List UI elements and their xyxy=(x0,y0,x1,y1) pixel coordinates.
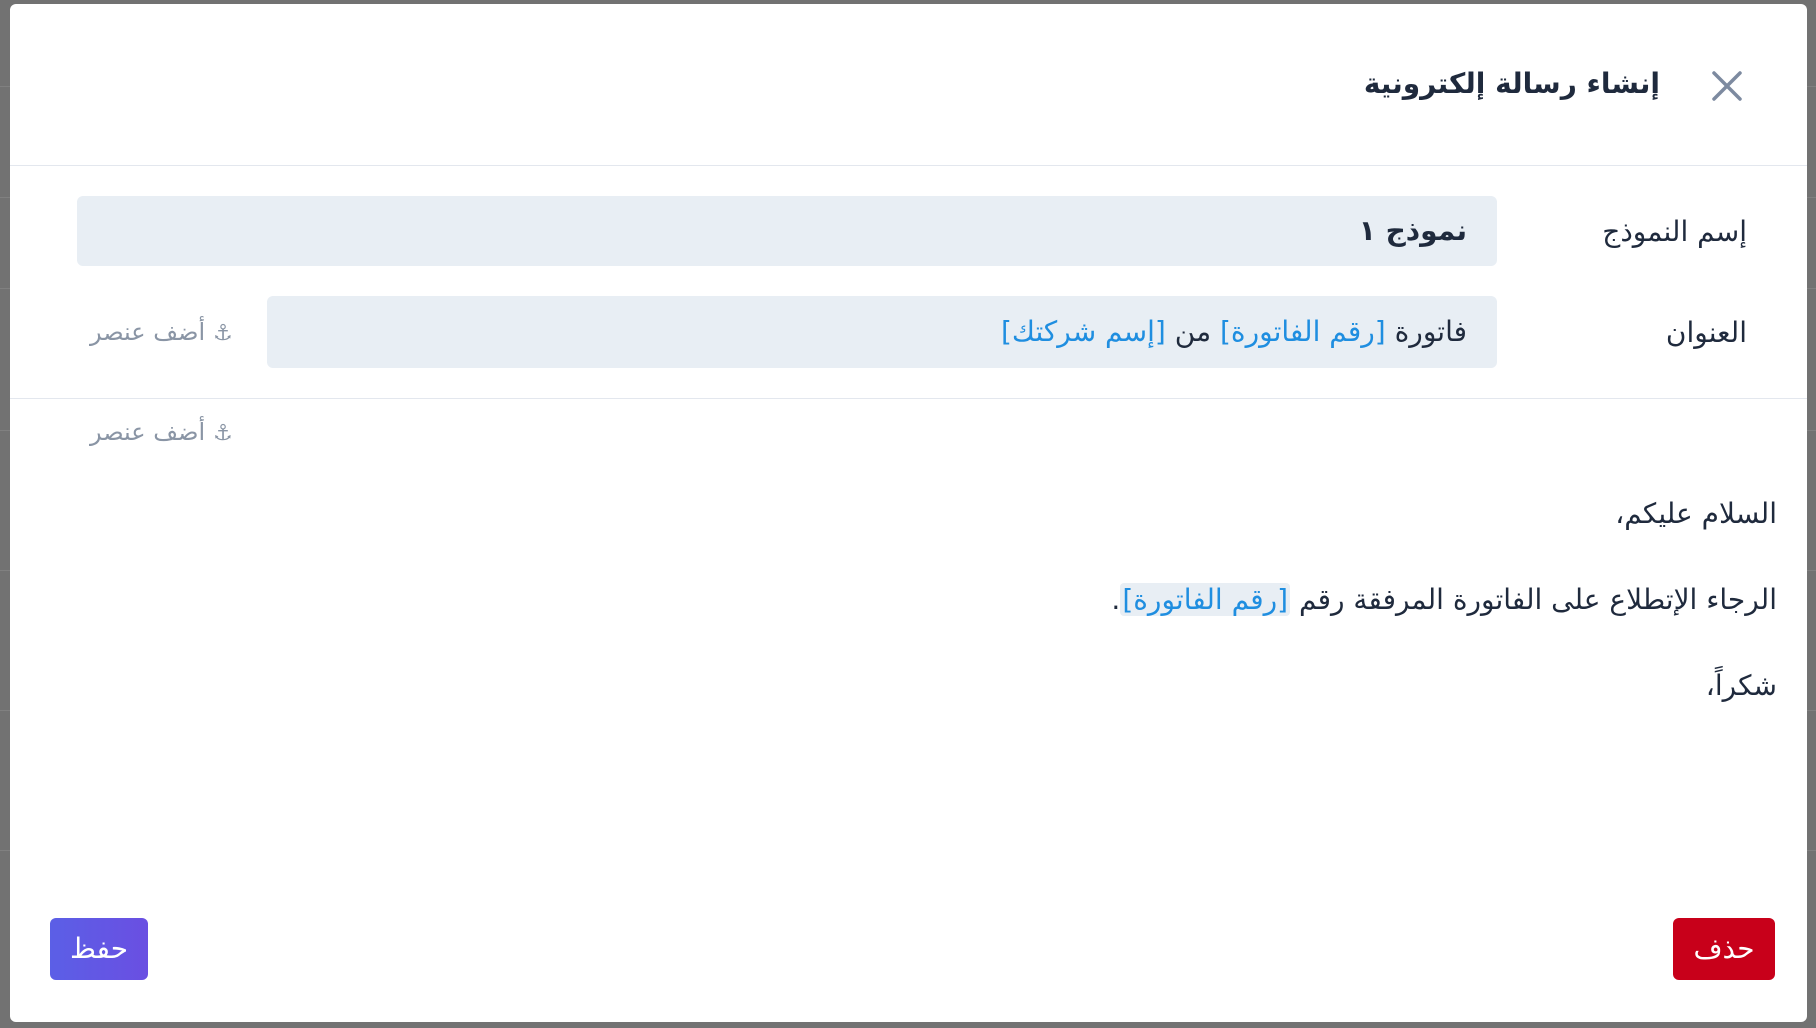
form-divider xyxy=(10,398,1807,399)
create-email-modal: إنشاء رسالة إلكترونية إسم النموذج نموذج … xyxy=(10,4,1807,1022)
body-line-text: الرجاء الإتطلاع على الفاتورة المرفقة رقم xyxy=(1290,583,1777,616)
anchor-icon: ⚓ xyxy=(213,321,233,346)
subject-label: العنوان xyxy=(1665,316,1747,349)
subject-input[interactable]: فاتورة [رقم الفاتورة] من [إسم شركتك] xyxy=(267,296,1497,368)
close-button[interactable] xyxy=(1707,66,1747,106)
body-line-text: . xyxy=(1111,583,1121,616)
anchor-icon: ⚓ xyxy=(213,421,233,446)
subject-variable-invoice-number[interactable]: [رقم الفاتورة] xyxy=(1220,315,1386,348)
template-name-value: نموذج ١ xyxy=(1358,214,1467,247)
modal-header: إنشاء رسالة إلكترونية xyxy=(10,4,1807,166)
body-add-element-button[interactable]: ⚓ أضف عنصر xyxy=(90,417,233,449)
body-closing: شكراً، xyxy=(1705,669,1777,702)
body-greeting: السلام عليكم، xyxy=(1615,497,1777,530)
modal-title: إنشاء رسالة إلكترونية xyxy=(1363,67,1660,100)
template-name-input[interactable]: نموذج ١ xyxy=(77,196,1497,266)
add-element-label: أضف عنصر xyxy=(90,418,206,446)
delete-button[interactable]: حذف xyxy=(1673,918,1775,980)
subject-text: فاتورة xyxy=(1385,315,1467,348)
subject-variable-company-name[interactable]: [إسم شركتك] xyxy=(1001,315,1166,348)
subject-add-element-button[interactable]: ⚓ أضف عنصر xyxy=(90,317,233,349)
body-line-invoice: الرجاء الإتطلاع على الفاتورة المرفقة رقم… xyxy=(1111,580,1777,620)
body-variable-invoice-number[interactable]: [رقم الفاتورة] xyxy=(1120,583,1291,616)
subject-text: من xyxy=(1165,315,1220,348)
save-button[interactable]: حفظ xyxy=(50,918,148,980)
template-name-label: إسم النموذج xyxy=(1602,215,1747,248)
add-element-label: أضف عنصر xyxy=(90,318,206,346)
close-icon xyxy=(1712,71,1742,101)
